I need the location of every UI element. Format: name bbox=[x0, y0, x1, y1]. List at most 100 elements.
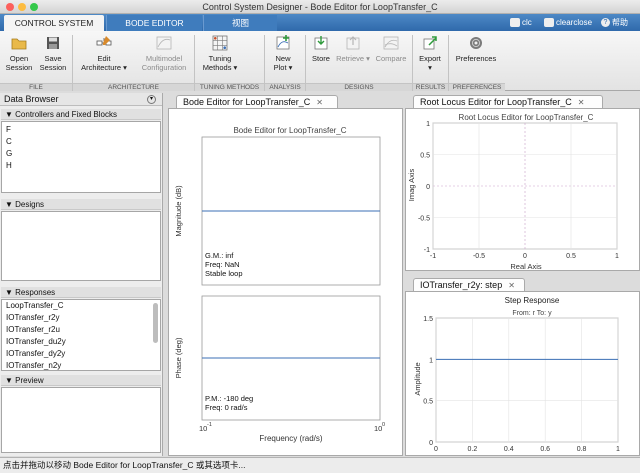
status-text: 点击并拖动以移动 Bode Editor for LoopTransfer_C … bbox=[3, 460, 246, 470]
stability-text: Stable loop bbox=[205, 269, 243, 278]
close-icon[interactable]: ✕ bbox=[578, 98, 585, 107]
tuning-grid-icon bbox=[212, 35, 228, 51]
new-plot-button[interactable]: New Plot ▾ bbox=[266, 34, 300, 80]
compare-icon bbox=[383, 36, 399, 50]
bode-editor-panel: Bode Editor for LoopTransfer_C Magnitude… bbox=[168, 108, 403, 456]
phase-margin-freq-text: Freq: 0 rad/s bbox=[205, 403, 248, 412]
root-locus-axes: 10.50-0.5-1-1 -0.5 0 0.5 1 bbox=[418, 121, 619, 260]
edit-architecture-button[interactable]: Edit Architecture ▾ bbox=[75, 34, 133, 80]
list-item[interactable]: F bbox=[2, 124, 160, 136]
tab-view[interactable]: 视图 bbox=[203, 15, 277, 31]
bode-plot[interactable]: Bode Editor for LoopTransfer_C Magnitude… bbox=[169, 109, 402, 455]
data-browser-panel: Data Browser ▾ ▼ Controllers and Fixed B… bbox=[0, 93, 163, 456]
list-item[interactable]: LoopTransfer_C bbox=[2, 300, 160, 312]
export-icon bbox=[423, 36, 437, 50]
list-item[interactable]: IOTransfer_n2y bbox=[2, 360, 160, 370]
list-item[interactable]: IOTransfer_du2y bbox=[2, 336, 160, 348]
list-item[interactable]: IOTransfer_r2u bbox=[2, 324, 160, 336]
x-tick-label: 1 bbox=[616, 446, 620, 453]
ribbon-toolbar: Open Session Save Session Edit Architect… bbox=[0, 31, 640, 91]
responses-section-header[interactable]: ▼ Responses bbox=[1, 287, 161, 298]
section-results: RESULTS bbox=[413, 83, 448, 91]
minimize-window-icon[interactable] bbox=[18, 3, 26, 11]
clearclose-shortcut[interactable]: clearclose bbox=[544, 16, 592, 29]
window-title: Control System Designer - Bode Editor fo… bbox=[202, 2, 438, 12]
window-titlebar: Control System Designer - Bode Editor fo… bbox=[0, 0, 640, 14]
new-plot-icon bbox=[276, 35, 290, 50]
root-locus-title: Root Locus Editor for LoopTransfer_C bbox=[459, 113, 594, 122]
section-file: FILE bbox=[0, 83, 72, 91]
responses-list: LoopTransfer_C IOTransfer_r2y IOTransfer… bbox=[1, 299, 161, 371]
list-item[interactable]: C bbox=[2, 136, 160, 148]
preferences-button[interactable]: Preferences bbox=[452, 34, 500, 80]
root-locus-plot[interactable]: Root Locus Editor for LoopTransfer_C 1 0.… bbox=[406, 109, 639, 271]
x-tick-label: -0.5 bbox=[473, 253, 485, 260]
tuning-methods-button[interactable]: Tuning Methods ▾ bbox=[196, 34, 244, 80]
help-shortcut[interactable]: ? 帮助 bbox=[601, 16, 628, 29]
list-item[interactable]: G bbox=[2, 148, 160, 160]
x-tick-label: 0 bbox=[523, 253, 527, 260]
zoom-window-icon[interactable] bbox=[30, 3, 38, 11]
tab-step-response[interactable]: IOTransfer_r2y: step ✕ bbox=[413, 278, 525, 291]
x-tick-label: 0 bbox=[434, 446, 438, 453]
section-analysis: ANALYSIS bbox=[265, 83, 305, 91]
store-button[interactable]: Store bbox=[307, 34, 335, 80]
save-session-button[interactable]: Save Session bbox=[37, 34, 69, 80]
y-tick-label: -0.5 bbox=[418, 216, 430, 223]
y-tick-label: 0 bbox=[429, 440, 433, 447]
close-icon[interactable]: ✕ bbox=[508, 281, 515, 290]
clc-shortcut[interactable]: clc bbox=[510, 16, 532, 29]
step-subtitle: From: r To: y bbox=[512, 310, 552, 317]
section-designs: DESIGNS bbox=[306, 83, 412, 91]
imag-axis-label: Imag Axis bbox=[407, 168, 416, 201]
magnitude-axis-label: Magnitude (dB) bbox=[174, 185, 183, 237]
list-item[interactable]: IOTransfer_r2y bbox=[2, 312, 160, 324]
x-tick-label: 1 bbox=[615, 253, 619, 260]
shortcut-icon bbox=[510, 18, 520, 28]
gain-margin-freq-text: Freq: NaN bbox=[205, 260, 240, 269]
controllers-list: F C G H bbox=[1, 121, 161, 193]
tab-bode-editor-document[interactable]: Bode Editor for LoopTransfer_C ✕ bbox=[176, 95, 338, 108]
controllers-section-header[interactable]: ▼ Controllers and Fixed Blocks bbox=[1, 109, 161, 120]
y-tick-label: 0.5 bbox=[423, 399, 433, 406]
close-window-icon[interactable] bbox=[6, 3, 14, 11]
step-response-plot[interactable]: Step Response From: r To: y 1.5 1 0.5 00 0.2… bbox=[406, 292, 639, 455]
tab-control-system[interactable]: CONTROL SYSTEM bbox=[4, 15, 104, 31]
scrollbar-thumb[interactable] bbox=[153, 303, 158, 343]
compare-button[interactable]: Compare bbox=[373, 34, 409, 80]
export-button[interactable]: Export ▾ bbox=[414, 34, 446, 80]
step-response-panel: Step Response From: r To: y 1.5 1 0.5 0 0 0.2… bbox=[405, 291, 640, 456]
list-item[interactable]: IOTransfer_dy2y bbox=[2, 348, 160, 360]
section-tuning-methods: TUNING METHODS bbox=[195, 83, 264, 91]
amplitude-axis-label: Amplitude bbox=[413, 362, 422, 395]
preview-section-header[interactable]: ▼ Preview bbox=[1, 375, 161, 386]
y-tick-label: 1 bbox=[426, 121, 430, 128]
folder-icon bbox=[11, 38, 27, 50]
y-tick-label: 1.5 bbox=[423, 316, 433, 323]
step-axes: 1.5 1 0.5 00 0.2 0.4 0.6 0.8 1 bbox=[423, 316, 620, 453]
designs-section-header[interactable]: ▼ Designs bbox=[1, 199, 161, 210]
retrieve-button[interactable]: Retrieve ▾ bbox=[336, 34, 370, 80]
x-tick-label: 0.2 bbox=[468, 446, 478, 453]
save-disk-icon bbox=[47, 37, 59, 49]
list-item[interactable]: H bbox=[2, 160, 160, 172]
section-preferences: PREFERENCES bbox=[449, 83, 505, 91]
x-tick-label: 0.5 bbox=[566, 253, 576, 260]
y-tick-label: 1 bbox=[429, 357, 433, 364]
panel-menu-icon[interactable]: ▾ bbox=[147, 95, 156, 104]
x-tick-label: -1 bbox=[430, 253, 436, 260]
gain-margin-text: G.M.: inf bbox=[205, 251, 234, 260]
open-session-button[interactable]: Open Session bbox=[2, 34, 36, 80]
tab-bode-editor[interactable]: BODE EDITOR bbox=[106, 15, 202, 31]
retrieve-icon bbox=[346, 36, 360, 50]
real-axis-label: Real Axis bbox=[510, 262, 542, 270]
x-tick-label: 0.8 bbox=[577, 446, 587, 453]
y-tick-label: 0.5 bbox=[420, 153, 430, 160]
x-tick-label: 0.6 bbox=[540, 446, 550, 453]
bode-title: Bode Editor for LoopTransfer_C bbox=[233, 126, 346, 135]
multimodel-configuration-button[interactable]: Multimodel Configuration bbox=[137, 34, 191, 80]
tab-root-locus-editor[interactable]: Root Locus Editor for LoopTransfer_C ✕ bbox=[413, 95, 603, 108]
data-browser-title: Data Browser ▾ bbox=[0, 93, 162, 106]
architecture-icon bbox=[96, 36, 112, 46]
close-icon[interactable]: ✕ bbox=[316, 98, 323, 107]
